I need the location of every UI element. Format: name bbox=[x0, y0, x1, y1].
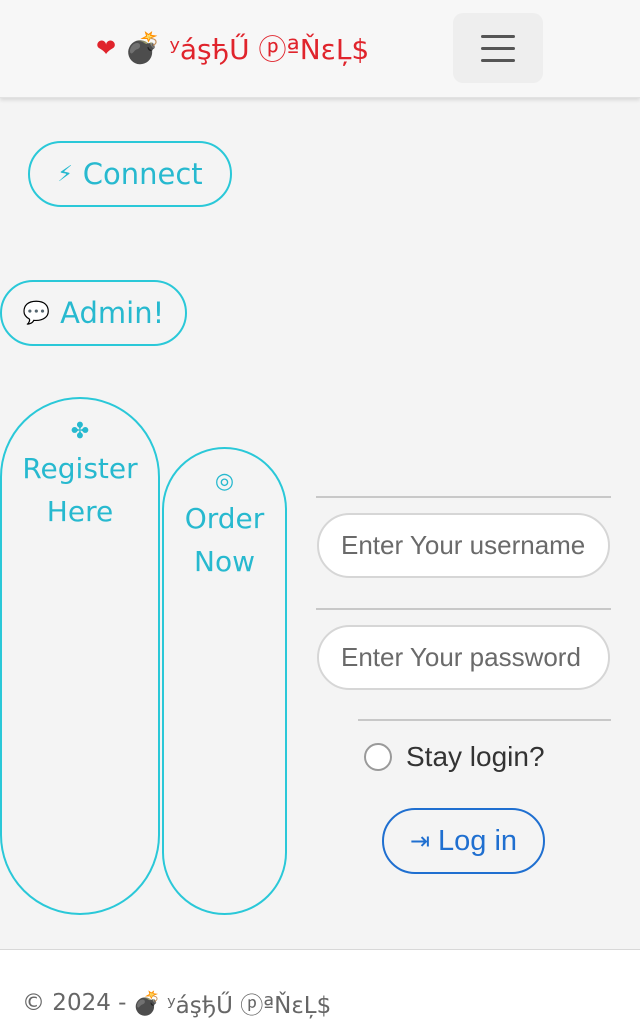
chat-dollar-icon: 💬 bbox=[22, 300, 51, 326]
navbar: ❤ 💣 ʸáşђŰ ⓟªŇɛĻ$ bbox=[0, 0, 640, 98]
sign-in-icon: ⇥ bbox=[409, 827, 431, 855]
stay-login-option[interactable]: Stay login? bbox=[364, 736, 545, 778]
admin-label: Admin! bbox=[60, 296, 165, 330]
divider bbox=[316, 496, 611, 498]
divider bbox=[316, 608, 611, 610]
bomb-icon: 💣 bbox=[124, 30, 162, 66]
login-button[interactable]: ⇥ Log in bbox=[382, 808, 545, 874]
register-button[interactable]: ✤ Register Here bbox=[0, 397, 160, 915]
order-button[interactable]: ◎ Order Now bbox=[162, 447, 287, 915]
order-icon: ◎ bbox=[214, 469, 235, 494]
footer-brand: ʸáşђŰ ⓟªŇɛĻ$ bbox=[167, 993, 332, 1019]
register-label: Register Here bbox=[22, 452, 138, 528]
menu-toggle-button[interactable] bbox=[453, 13, 543, 83]
username-input[interactable] bbox=[317, 513, 610, 578]
heartbeat-icon: ❤ bbox=[96, 34, 117, 62]
connect-icon: ⚡ bbox=[57, 161, 73, 187]
login-label: Log in bbox=[438, 824, 518, 857]
admin-button[interactable]: 💬 Admin! bbox=[0, 280, 187, 346]
copyright-text: © 2024 - bbox=[22, 990, 127, 1016]
brand-link[interactable]: ❤ 💣 ʸáşђŰ ⓟªŇɛĻ$ bbox=[96, 26, 369, 70]
connect-button[interactable]: ⚡ Connect bbox=[28, 141, 232, 207]
footer: © 2024 - 💣 ʸáşђŰ ⓟªŇɛĻ$ bbox=[0, 949, 640, 1023]
order-label: Order Now bbox=[184, 502, 265, 578]
connect-label: Connect bbox=[82, 157, 203, 191]
password-input[interactable] bbox=[317, 625, 610, 690]
stay-login-label: Stay login? bbox=[406, 741, 545, 772]
footer-copyright: © 2024 - 💣 ʸáşђŰ ⓟªŇɛĻ$ bbox=[22, 986, 331, 1020]
hamburger-menu-icon bbox=[481, 34, 515, 38]
stay-login-radio[interactable] bbox=[364, 743, 392, 771]
bomb-icon: 💣 bbox=[132, 990, 162, 1017]
register-icon: ✤ bbox=[70, 419, 90, 444]
divider bbox=[358, 719, 611, 721]
brand-title: ʸáşђŰ ⓟªŇɛĻ$ bbox=[169, 33, 370, 66]
